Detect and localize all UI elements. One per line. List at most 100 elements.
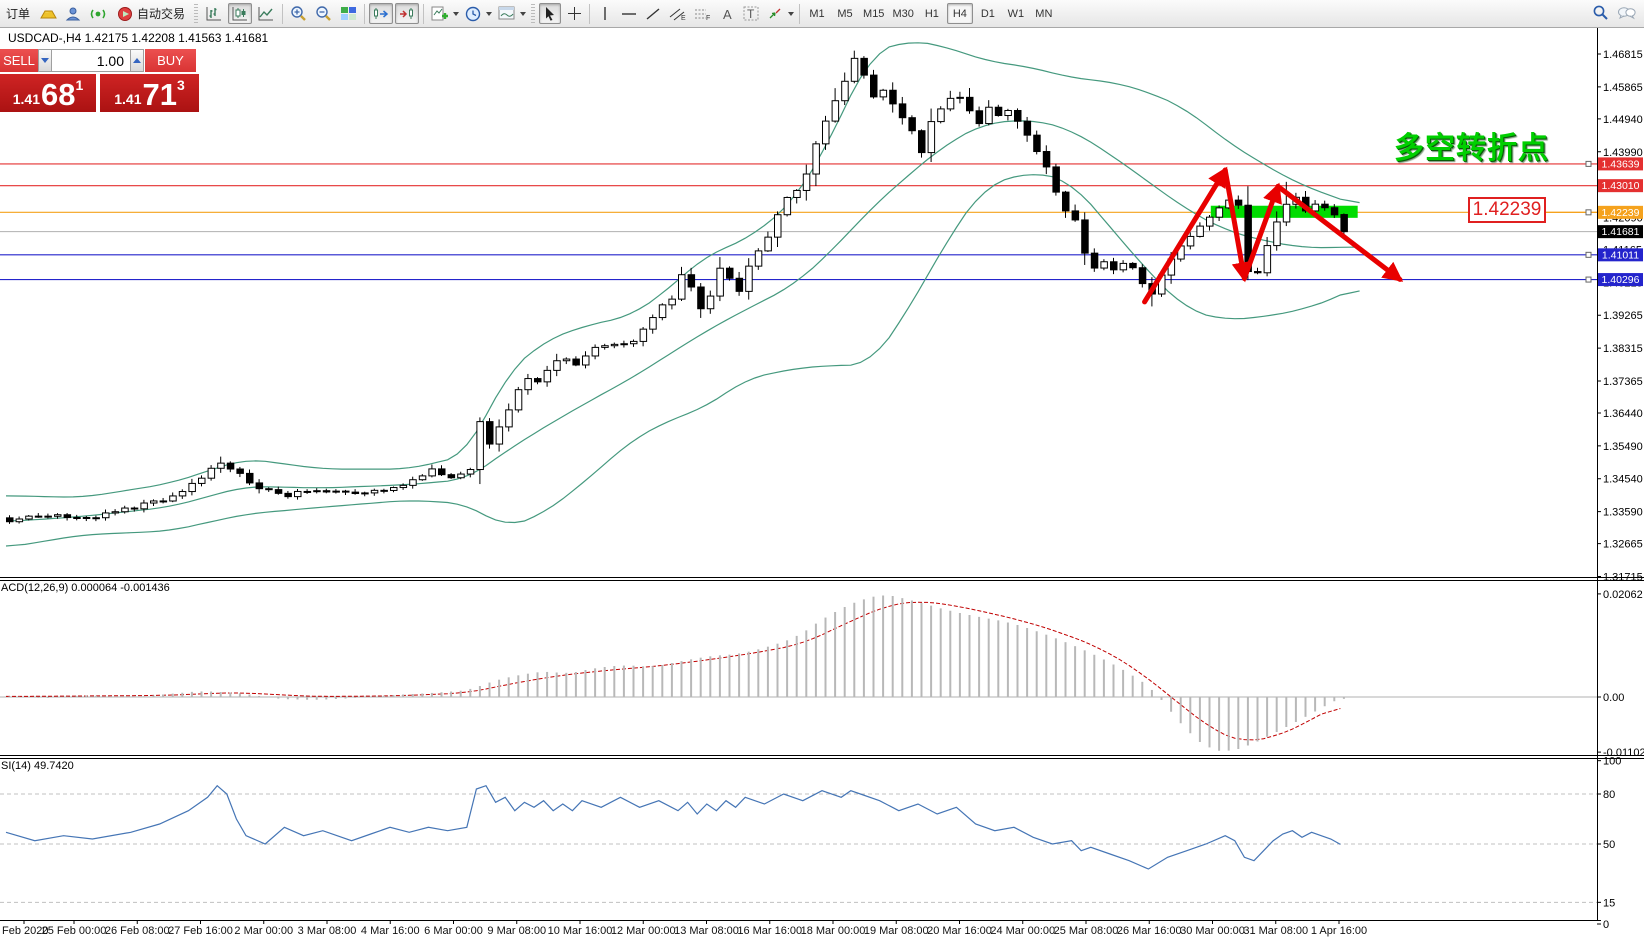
arrows-tool-button[interactable]: [764, 3, 786, 24]
price-badge-text: 1.41681: [1602, 226, 1640, 238]
indicator-axes: 0.020620.00-0.0110231008050150: [1597, 589, 1644, 931]
auto-trading-button[interactable]: 自动交易: [112, 3, 190, 24]
add-indicator-button[interactable]: [428, 3, 451, 24]
volume-up-button[interactable]: [130, 49, 144, 72]
horizontal-line-button[interactable]: [618, 3, 640, 24]
price-tick-label: 1.35490: [1603, 441, 1643, 453]
time-tick-label: 2 Mar 00:00: [234, 925, 293, 937]
text-label-button[interactable]: T: [740, 3, 762, 24]
price-badge-text: 1.40296: [1602, 274, 1640, 286]
zoom-out-button[interactable]: [312, 3, 335, 24]
sell-button[interactable]: SELL: [0, 49, 38, 72]
cursor-button[interactable]: [539, 3, 561, 24]
timeframe-button-M15[interactable]: M15: [860, 3, 887, 24]
periods-caret[interactable]: [486, 12, 492, 16]
red-trend-arrows[interactable]: [1145, 170, 1400, 302]
line-handle[interactable]: [1586, 210, 1591, 215]
timeframe-button-W1[interactable]: W1: [1003, 3, 1029, 24]
fibonacci-icon: F: [694, 7, 711, 21]
community-button[interactable]: [62, 3, 84, 24]
equidistant-channel-button[interactable]: E: [666, 3, 689, 24]
price-tick-label: 1.39265: [1603, 310, 1643, 322]
chart-shift-button[interactable]: [395, 3, 419, 24]
line-handle[interactable]: [1586, 252, 1591, 257]
crosshair-button[interactable]: [563, 3, 585, 24]
volume-input[interactable]: [52, 49, 130, 72]
svg-text:E: E: [681, 15, 686, 21]
trendline-button[interactable]: [642, 3, 664, 24]
timeframe-button-M30[interactable]: M30: [889, 3, 916, 24]
new-order-button[interactable]: 订单: [1, 3, 35, 24]
vertical-line-button[interactable]: [594, 3, 616, 24]
bar-chart-button[interactable]: [202, 3, 226, 24]
zoom-in-button[interactable]: [287, 3, 310, 24]
buy-button[interactable]: BUY: [145, 49, 196, 72]
cursor-icon: [543, 6, 557, 21]
candlestick-series: [7, 51, 1348, 524]
text-button[interactable]: A: [716, 3, 738, 24]
person-icon: [65, 6, 81, 22]
tile-windows-button[interactable]: [337, 3, 360, 24]
gold-button[interactable]: [37, 3, 60, 24]
trend-arrow-segment[interactable]: [1145, 170, 1226, 302]
time-tick-label: 20 Mar 16:00: [927, 925, 992, 937]
candlestick-chart-icon: [231, 6, 249, 22]
signals-button[interactable]: [86, 3, 110, 24]
channel-icon: E: [669, 7, 686, 21]
toolbar-separator: [799, 4, 800, 24]
templates-caret[interactable]: [520, 12, 526, 16]
signal-icon: [89, 6, 107, 22]
trend-arrow-segment[interactable]: [1225, 170, 1244, 278]
template-icon: [498, 6, 515, 21]
trend-arrow-segment[interactable]: [1278, 186, 1400, 279]
trendline-icon: [645, 7, 661, 21]
sell-price-display[interactable]: 1.41 68 1: [0, 74, 96, 112]
templates-button[interactable]: [495, 3, 518, 24]
buy-price-display[interactable]: 1.41 71 3: [100, 74, 199, 112]
tile-windows-icon: [340, 6, 357, 21]
auto-scroll-icon: [372, 6, 390, 22]
line-handle[interactable]: [1586, 277, 1591, 282]
time-tick-label: 12 Mar 00:00: [611, 925, 676, 937]
new-order-label: 订单: [6, 5, 30, 22]
price-tick-label: 1.36440: [1603, 408, 1643, 420]
turning-point-annotation[interactable]: 多空转折点: [1394, 123, 1549, 167]
bollinger-middle-band: [6, 121, 1360, 521]
auto-trading-label: 自动交易: [137, 5, 185, 22]
time-tick-label: 16 Mar 16:00: [737, 925, 802, 937]
chat-button[interactable]: [1614, 2, 1639, 23]
toolbar-separator: [423, 4, 424, 24]
price-badge-text: 1.43010: [1602, 180, 1640, 192]
svg-text:T: T: [747, 7, 755, 21]
price-callout-label[interactable]: 1.42239: [1468, 197, 1546, 223]
fibonacci-button[interactable]: F: [691, 3, 714, 24]
volume-down-button[interactable]: [38, 49, 52, 72]
timeframe-button-MN[interactable]: MN: [1031, 3, 1057, 24]
macd-pane: [0, 602, 1597, 740]
vertical-line-icon: [599, 6, 611, 21]
timeframe-button-M5[interactable]: M5: [832, 3, 858, 24]
rsi-tick-label: 0: [1603, 919, 1609, 931]
macd-tick-label: 0.00: [1603, 692, 1624, 704]
timeframe-button-M1[interactable]: M1: [804, 3, 830, 24]
timeframe-button-D1[interactable]: D1: [975, 3, 1001, 24]
arrows-tool-caret[interactable]: [788, 12, 794, 16]
periods-button[interactable]: [462, 3, 484, 24]
time-axis[interactable]: Feb 202025 Feb 00:0026 Feb 08:0027 Feb 1…: [2, 921, 1367, 937]
line-chart-button[interactable]: [254, 3, 278, 24]
price-axis[interactable]: 1.468151.458651.449401.439901.430401.420…: [1597, 49, 1643, 583]
toolbar-separator: [589, 4, 590, 24]
horizontal-level-lines[interactable]: [0, 164, 1597, 280]
timeframe-button-H1[interactable]: H1: [919, 3, 945, 24]
candlestick-chart-button[interactable]: [228, 3, 252, 24]
time-tick-label: 26 Mar 16:00: [1117, 925, 1182, 937]
time-tick-label: 31 Mar 08:00: [1243, 925, 1308, 937]
line-chart-icon: [257, 6, 275, 22]
line-handle[interactable]: [1586, 161, 1591, 166]
price-tick-label: 1.45865: [1603, 82, 1643, 94]
auto-scroll-button[interactable]: [369, 3, 393, 24]
search-button[interactable]: [1589, 2, 1612, 23]
down-arrow-icon: [41, 58, 49, 63]
timeframe-button-H4[interactable]: H4: [947, 3, 973, 24]
add-indicator-caret[interactable]: [453, 12, 459, 16]
